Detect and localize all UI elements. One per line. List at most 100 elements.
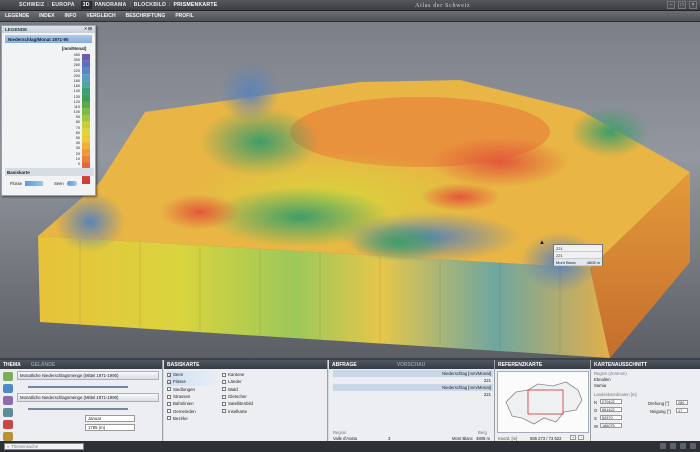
checkbox-label: Bezirke	[173, 415, 188, 421]
menu-bar: LEGENDE INDEX INFO VERGLEICH BESCHRIFTUN…	[0, 11, 700, 32]
zoom-in-icon[interactable]: +	[570, 435, 577, 440]
checkbox-gletscher[interactable]: Gletscher	[222, 393, 274, 400]
legend-header[interactable]: LEGENDE × ⊟	[2, 26, 95, 33]
theme-slider[interactable]	[28, 386, 128, 388]
minimize-icon[interactable]: –	[667, 1, 675, 9]
checkbox-icon[interactable]	[167, 401, 171, 406]
checkbox-bezirke[interactable]: Bezirke	[167, 415, 219, 422]
tab-thema[interactable]: THEMA	[3, 362, 21, 368]
rivers-label: Flüsse	[10, 181, 23, 186]
location-marker-icon[interactable]: ▲	[539, 240, 545, 246]
lakes-swatch	[66, 181, 77, 186]
tab-3d[interactable]: 3D	[80, 1, 92, 9]
thema-panel-header: THEMA GELÄNDE	[0, 360, 162, 369]
month-select[interactable]: Januar	[85, 415, 135, 422]
theme-category-icon[interactable]	[3, 384, 13, 393]
checkbox-icon[interactable]	[222, 401, 226, 406]
theme-category-icon[interactable]	[3, 408, 13, 417]
menu-legende[interactable]: LEGENDE	[0, 13, 34, 19]
coord-w-label: W	[594, 424, 598, 429]
checkbox-seen[interactable]: ✓ Seen	[167, 371, 219, 379]
checkbox-icon[interactable]: ✓	[167, 372, 171, 377]
checkbox-icon[interactable]	[222, 379, 226, 384]
checkbox-fluesse[interactable]: ✓ Flüsse	[167, 378, 219, 386]
tab-prismenkarte[interactable]: PRISMENKARTE	[170, 2, 220, 8]
coord-s-field[interactable]: 52970	[600, 415, 622, 420]
tab-panorama[interactable]: PANORAMA	[92, 2, 130, 8]
map-tooltip: 221 221 Mont Blanc 4808 m	[553, 244, 603, 266]
tab-blockbild[interactable]: BLOCKBILD	[131, 2, 169, 8]
query-value: 221	[483, 392, 491, 397]
menu-beschriftung[interactable]: BESCHRIFTUNG	[121, 13, 171, 19]
tab-abfrage[interactable]: ABFRAGE	[332, 362, 357, 368]
maximize-icon[interactable]: □	[678, 1, 686, 9]
theme-layer-1[interactable]: Monatliche Niederschlagsmenge (Mittel 19…	[17, 371, 159, 380]
theme-category-icon[interactable]	[3, 432, 13, 441]
checkbox-icon[interactable]: ✓	[167, 379, 171, 384]
tooltip-height: 4808 m	[586, 260, 600, 265]
menu-info[interactable]: INFO	[59, 13, 81, 19]
legend-label: 0	[77, 161, 80, 166]
menu-index[interactable]: INDEX	[34, 13, 59, 19]
coord-w-field[interactable]: 186075	[600, 423, 622, 428]
search-icon: ⌕	[7, 444, 10, 449]
zoom-out-icon[interactable]: −	[578, 435, 585, 440]
tab-europa[interactable]: EUROPA	[49, 2, 78, 8]
info-icon[interactable]	[690, 443, 696, 449]
checkbox-strassen[interactable]: Strassen	[167, 393, 219, 400]
year-field[interactable]: 1785 (m)	[85, 424, 135, 431]
theme-category-icon[interactable]	[3, 420, 13, 429]
basemap-col-2: Kantone Länder Wald Gletscher Satelliten…	[222, 371, 274, 415]
basemap-legend-header[interactable]: Basiskarte	[5, 168, 94, 176]
legend-title[interactable]: Niederschlag/Monat 1971-90	[5, 35, 92, 43]
theme-layer-2[interactable]: Monatliche Niederschlagsmenge (Mittel 19…	[17, 393, 159, 402]
tab-schweiz[interactable]: SCHWEIZ	[16, 2, 47, 8]
checkbox-icon[interactable]	[222, 394, 226, 399]
settings-icon[interactable]	[680, 443, 686, 449]
tilt-field[interactable]: 17	[676, 408, 688, 413]
close-icon[interactable]: ×	[689, 1, 697, 9]
checkbox-icon[interactable]	[167, 409, 171, 414]
menu-profil[interactable]: PROFIL	[170, 13, 198, 19]
map-3d-view[interactable]	[0, 22, 700, 358]
tab-gelaende[interactable]: GELÄNDE	[31, 362, 55, 368]
checkbox-inselkarte[interactable]: Inselkarte	[222, 407, 274, 414]
close-icon[interactable]: × ⊟	[84, 26, 92, 32]
referenzkarte-title: REFERENZKARTE	[498, 362, 543, 368]
checkbox-label: Gletscher	[228, 394, 247, 400]
theme-category-icon[interactable]	[3, 372, 13, 381]
kartenausschnitt-title: KARTENAUSSCHNITT	[594, 362, 648, 368]
checkbox-icon[interactable]	[222, 372, 226, 377]
checkbox-laender[interactable]: Länder	[222, 378, 274, 385]
theme-category-icon[interactable]	[3, 396, 13, 405]
prism-map-terrain	[38, 62, 690, 358]
help-icon[interactable]	[670, 443, 676, 449]
checkbox-label: Inselkarte	[228, 408, 248, 414]
coord-o-field[interactable]: 661422	[600, 407, 622, 412]
checkbox-gemeinden[interactable]: Gemeinden	[167, 407, 219, 414]
status-bar: ⌕ Themensuche	[0, 441, 700, 452]
reference-map[interactable]	[497, 371, 589, 433]
tab-vorschau[interactable]: VORSCHAU	[397, 362, 426, 368]
tilt-label: Neigung [°]	[650, 409, 671, 414]
basiskarte-header: BASISKARTE	[164, 360, 327, 369]
checkbox-satellitenbild[interactable]: Satellitenbild	[222, 400, 274, 407]
checkbox-icon[interactable]	[222, 409, 226, 414]
print-icon[interactable]	[660, 443, 666, 449]
basiskarte-panel: BASISKARTE ✓ Seen ✓ Flüsse Siedlungen Stra…	[164, 360, 328, 443]
switzerland-outline	[505, 381, 583, 425]
theme-slider[interactable]	[28, 408, 128, 410]
coord-n-field[interactable]: 270422	[600, 399, 622, 404]
checkbox-kantone[interactable]: Kantone	[222, 371, 274, 378]
checkbox-siedlungen[interactable]: Siedlungen	[167, 386, 219, 393]
checkbox-icon[interactable]	[167, 416, 171, 421]
theme-search-input[interactable]: ⌕ Themensuche	[4, 443, 84, 450]
checkbox-label: Länder	[228, 379, 242, 385]
checkbox-wald[interactable]: Wald	[222, 386, 274, 393]
checkbox-icon[interactable]	[167, 394, 171, 399]
menu-vergleich[interactable]: VERGLEICH	[81, 13, 120, 19]
checkbox-bahnlinien[interactable]: Bahnlinien	[167, 400, 219, 407]
checkbox-icon[interactable]	[167, 387, 171, 392]
checkbox-icon[interactable]	[222, 387, 226, 392]
rotation-field[interactable]: 280	[676, 400, 688, 405]
